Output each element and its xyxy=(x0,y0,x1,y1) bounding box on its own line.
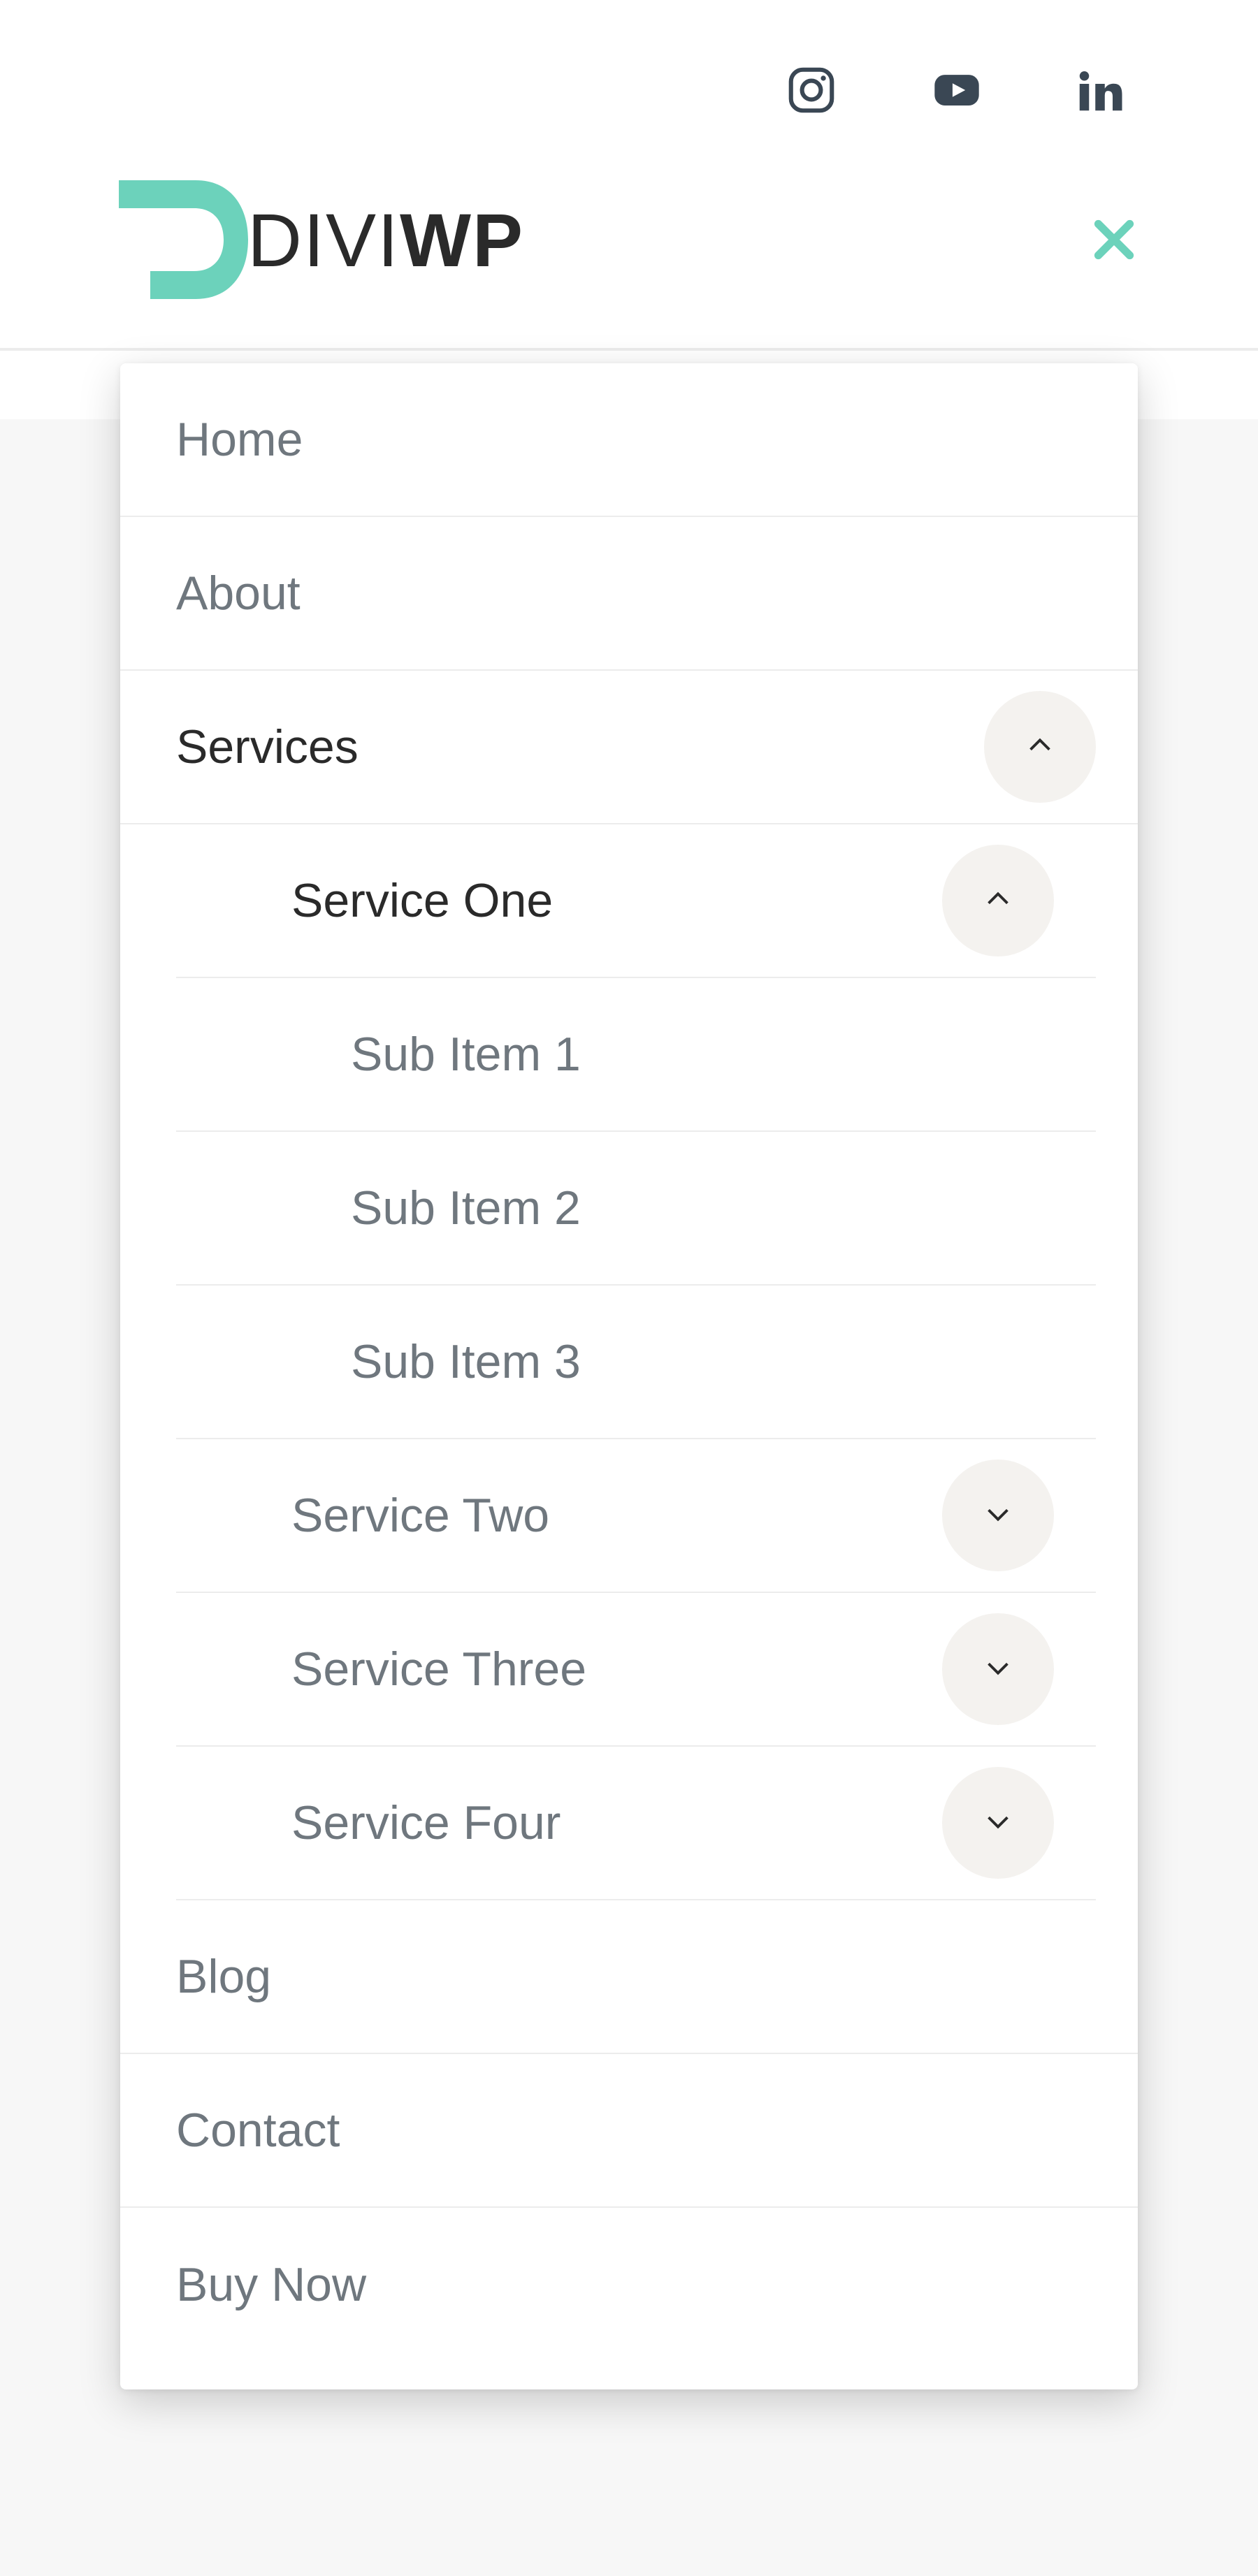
social-links xyxy=(112,63,1146,117)
expand-toggle[interactable] xyxy=(942,1460,1054,1571)
chevron-down-icon xyxy=(982,1805,1014,1841)
nav-label: Sub Item 1 xyxy=(351,1027,581,1082)
expand-toggle[interactable] xyxy=(942,1613,1054,1725)
nav-label: Home xyxy=(176,412,303,467)
collapse-toggle[interactable] xyxy=(942,845,1054,956)
mobile-nav-menu: Home About Services Service One xyxy=(120,363,1138,2389)
nav-item-service-three[interactable]: Service Three xyxy=(176,1593,1096,1747)
nav-label: Service One xyxy=(291,873,553,928)
nav-label: Service Three xyxy=(291,1642,586,1696)
brand-logo[interactable]: DIVIWP xyxy=(112,173,524,306)
chevron-down-icon xyxy=(982,1652,1014,1687)
brand-name: DIVIWP xyxy=(247,196,524,284)
nav-item-blog[interactable]: Blog xyxy=(120,1900,1138,2054)
linkedin-icon[interactable] xyxy=(1075,63,1125,117)
nav-item-services[interactable]: Services xyxy=(120,671,1138,824)
close-menu-button[interactable] xyxy=(1082,208,1146,272)
nav-item-sub-1[interactable]: Sub Item 1 xyxy=(176,978,1096,1132)
nav-label: Sub Item 3 xyxy=(351,1334,581,1389)
nav-label: Buy Now xyxy=(176,2257,366,2312)
nav-item-contact[interactable]: Contact xyxy=(120,2054,1138,2208)
nav-label: Blog xyxy=(176,1949,271,2004)
brand-name-bold: WP xyxy=(400,198,524,282)
nav-item-about[interactable]: About xyxy=(120,517,1138,671)
nav-item-sub-2[interactable]: Sub Item 2 xyxy=(176,1132,1096,1286)
nav-label: Sub Item 2 xyxy=(351,1181,581,1235)
nav-label: Contact xyxy=(176,2103,340,2157)
chevron-up-icon xyxy=(1024,729,1056,765)
nav-item-home[interactable]: Home xyxy=(120,363,1138,517)
instagram-icon[interactable] xyxy=(784,63,839,117)
expand-toggle[interactable] xyxy=(942,1767,1054,1879)
nav-label: Services xyxy=(176,720,359,774)
chevron-up-icon xyxy=(982,883,1014,919)
nav-item-sub-3[interactable]: Sub Item 3 xyxy=(176,1286,1096,1439)
nav-label: Service Four xyxy=(291,1796,561,1850)
chevron-down-icon xyxy=(982,1498,1014,1534)
nav-item-buy-now[interactable]: Buy Now xyxy=(120,2208,1138,2362)
nav-item-service-four[interactable]: Service Four xyxy=(176,1747,1096,1900)
collapse-toggle[interactable] xyxy=(984,691,1096,803)
youtube-icon[interactable] xyxy=(930,63,984,117)
nav-item-service-two[interactable]: Service Two xyxy=(176,1439,1096,1593)
nav-label: About xyxy=(176,566,301,620)
topbar: DIVIWP xyxy=(0,0,1258,351)
nav-label: Service Two xyxy=(291,1488,549,1543)
brand-name-light: DIVI xyxy=(247,198,400,282)
brand-mark-icon xyxy=(112,173,252,306)
nav-item-service-one[interactable]: Service One xyxy=(176,824,1096,978)
